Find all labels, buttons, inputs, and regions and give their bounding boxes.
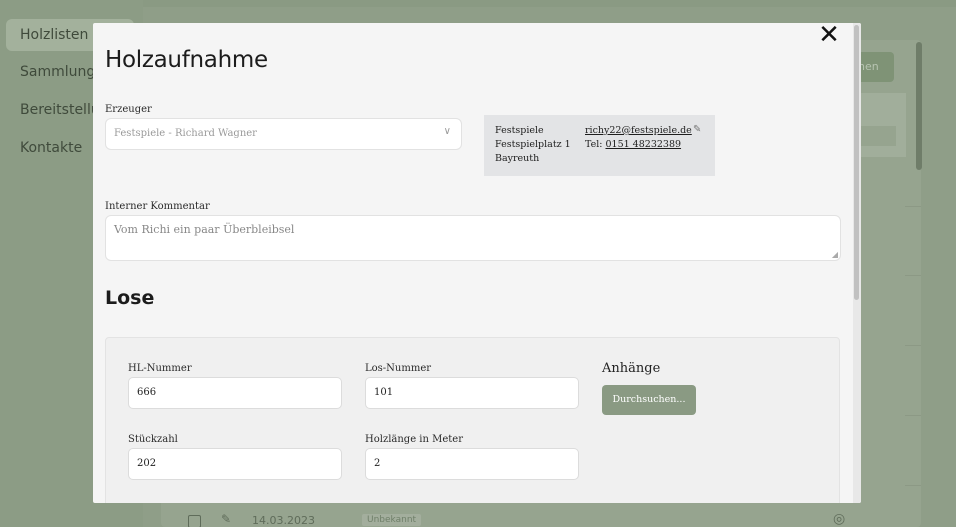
contact-phone-prefix: Tel:	[585, 139, 606, 150]
browse-button[interactable]: Durchsuchen...	[602, 385, 696, 415]
comment-textarea[interactable]: Vom Richi ein paar Überbleibsel ◢	[105, 215, 841, 261]
length-input[interactable]: 2	[365, 448, 579, 480]
resize-grip-icon[interactable]: ◢	[832, 250, 838, 259]
contact-phone: Tel: 0151 48232389	[585, 139, 681, 150]
filter-panel	[855, 93, 906, 157]
contact-card: Festspiele Festspielplatz 1 Bayreuth ric…	[484, 115, 715, 176]
contact-city: Bayreuth	[495, 153, 540, 164]
close-icon[interactable]: ✕	[817, 23, 841, 48]
quantity-label: Stückzahl	[128, 434, 178, 445]
contact-street: Festspielplatz 1	[495, 139, 571, 150]
row-date: 14.03.2023	[252, 514, 315, 527]
lot-number-label: Los-Nummer	[365, 363, 432, 374]
table-row-divider	[905, 415, 921, 416]
filter-input[interactable]	[858, 126, 896, 146]
length-label: Holzlänge in Meter	[365, 434, 463, 445]
table-row-divider	[905, 485, 921, 486]
contact-phone-link[interactable]: 0151 48232389	[605, 139, 681, 150]
edit-icon[interactable]: ✎	[221, 512, 231, 526]
modal-scrollbar-thumb[interactable]	[854, 25, 859, 300]
edit-icon[interactable]: ✎	[693, 124, 701, 135]
table-row-divider	[905, 206, 921, 207]
table-row: ✎ 14.03.2023 Unbekannt ◎	[176, 509, 866, 527]
producer-label: Erzeuger	[105, 104, 152, 115]
quantity-input[interactable]: 202	[128, 448, 342, 480]
producer-select[interactable]: Festspiele - Richard Wagner ∨	[105, 118, 462, 150]
chevron-down-icon: ∨	[443, 126, 451, 137]
lot-number-input[interactable]: 101	[365, 377, 579, 409]
holzaufnahme-modal: ✕ Holzaufnahme Erzeuger Festspiele - Ric…	[93, 23, 861, 503]
page-scrollbar[interactable]	[916, 42, 922, 170]
sidebar-item-kontakte[interactable]: Kontakte	[20, 140, 82, 156]
contact-email-link[interactable]: richy22@festspiele.de	[585, 125, 692, 136]
contact-name: Festspiele	[495, 125, 544, 136]
attachments-title: Anhänge	[602, 361, 661, 376]
status-badge: Unbekannt	[362, 514, 422, 526]
lots-title: Lose	[105, 287, 155, 309]
location-pin-icon[interactable]: ◎	[833, 511, 845, 527]
hl-number-input[interactable]: 666	[128, 377, 342, 409]
table-row-divider	[905, 275, 921, 276]
table-row-divider	[905, 345, 921, 346]
comment-value: Vom Richi ein paar Überbleibsel	[114, 223, 295, 236]
sidebar-item-holzlisten[interactable]: Holzlisten	[20, 27, 88, 43]
producer-select-value: Festspiele - Richard Wagner	[114, 128, 257, 139]
hl-number-label: HL-Nummer	[128, 363, 192, 374]
modal-title: Holzaufnahme	[105, 47, 268, 73]
row-checkbox[interactable]	[188, 515, 201, 527]
comment-label: Interner Kommentar	[105, 201, 210, 212]
